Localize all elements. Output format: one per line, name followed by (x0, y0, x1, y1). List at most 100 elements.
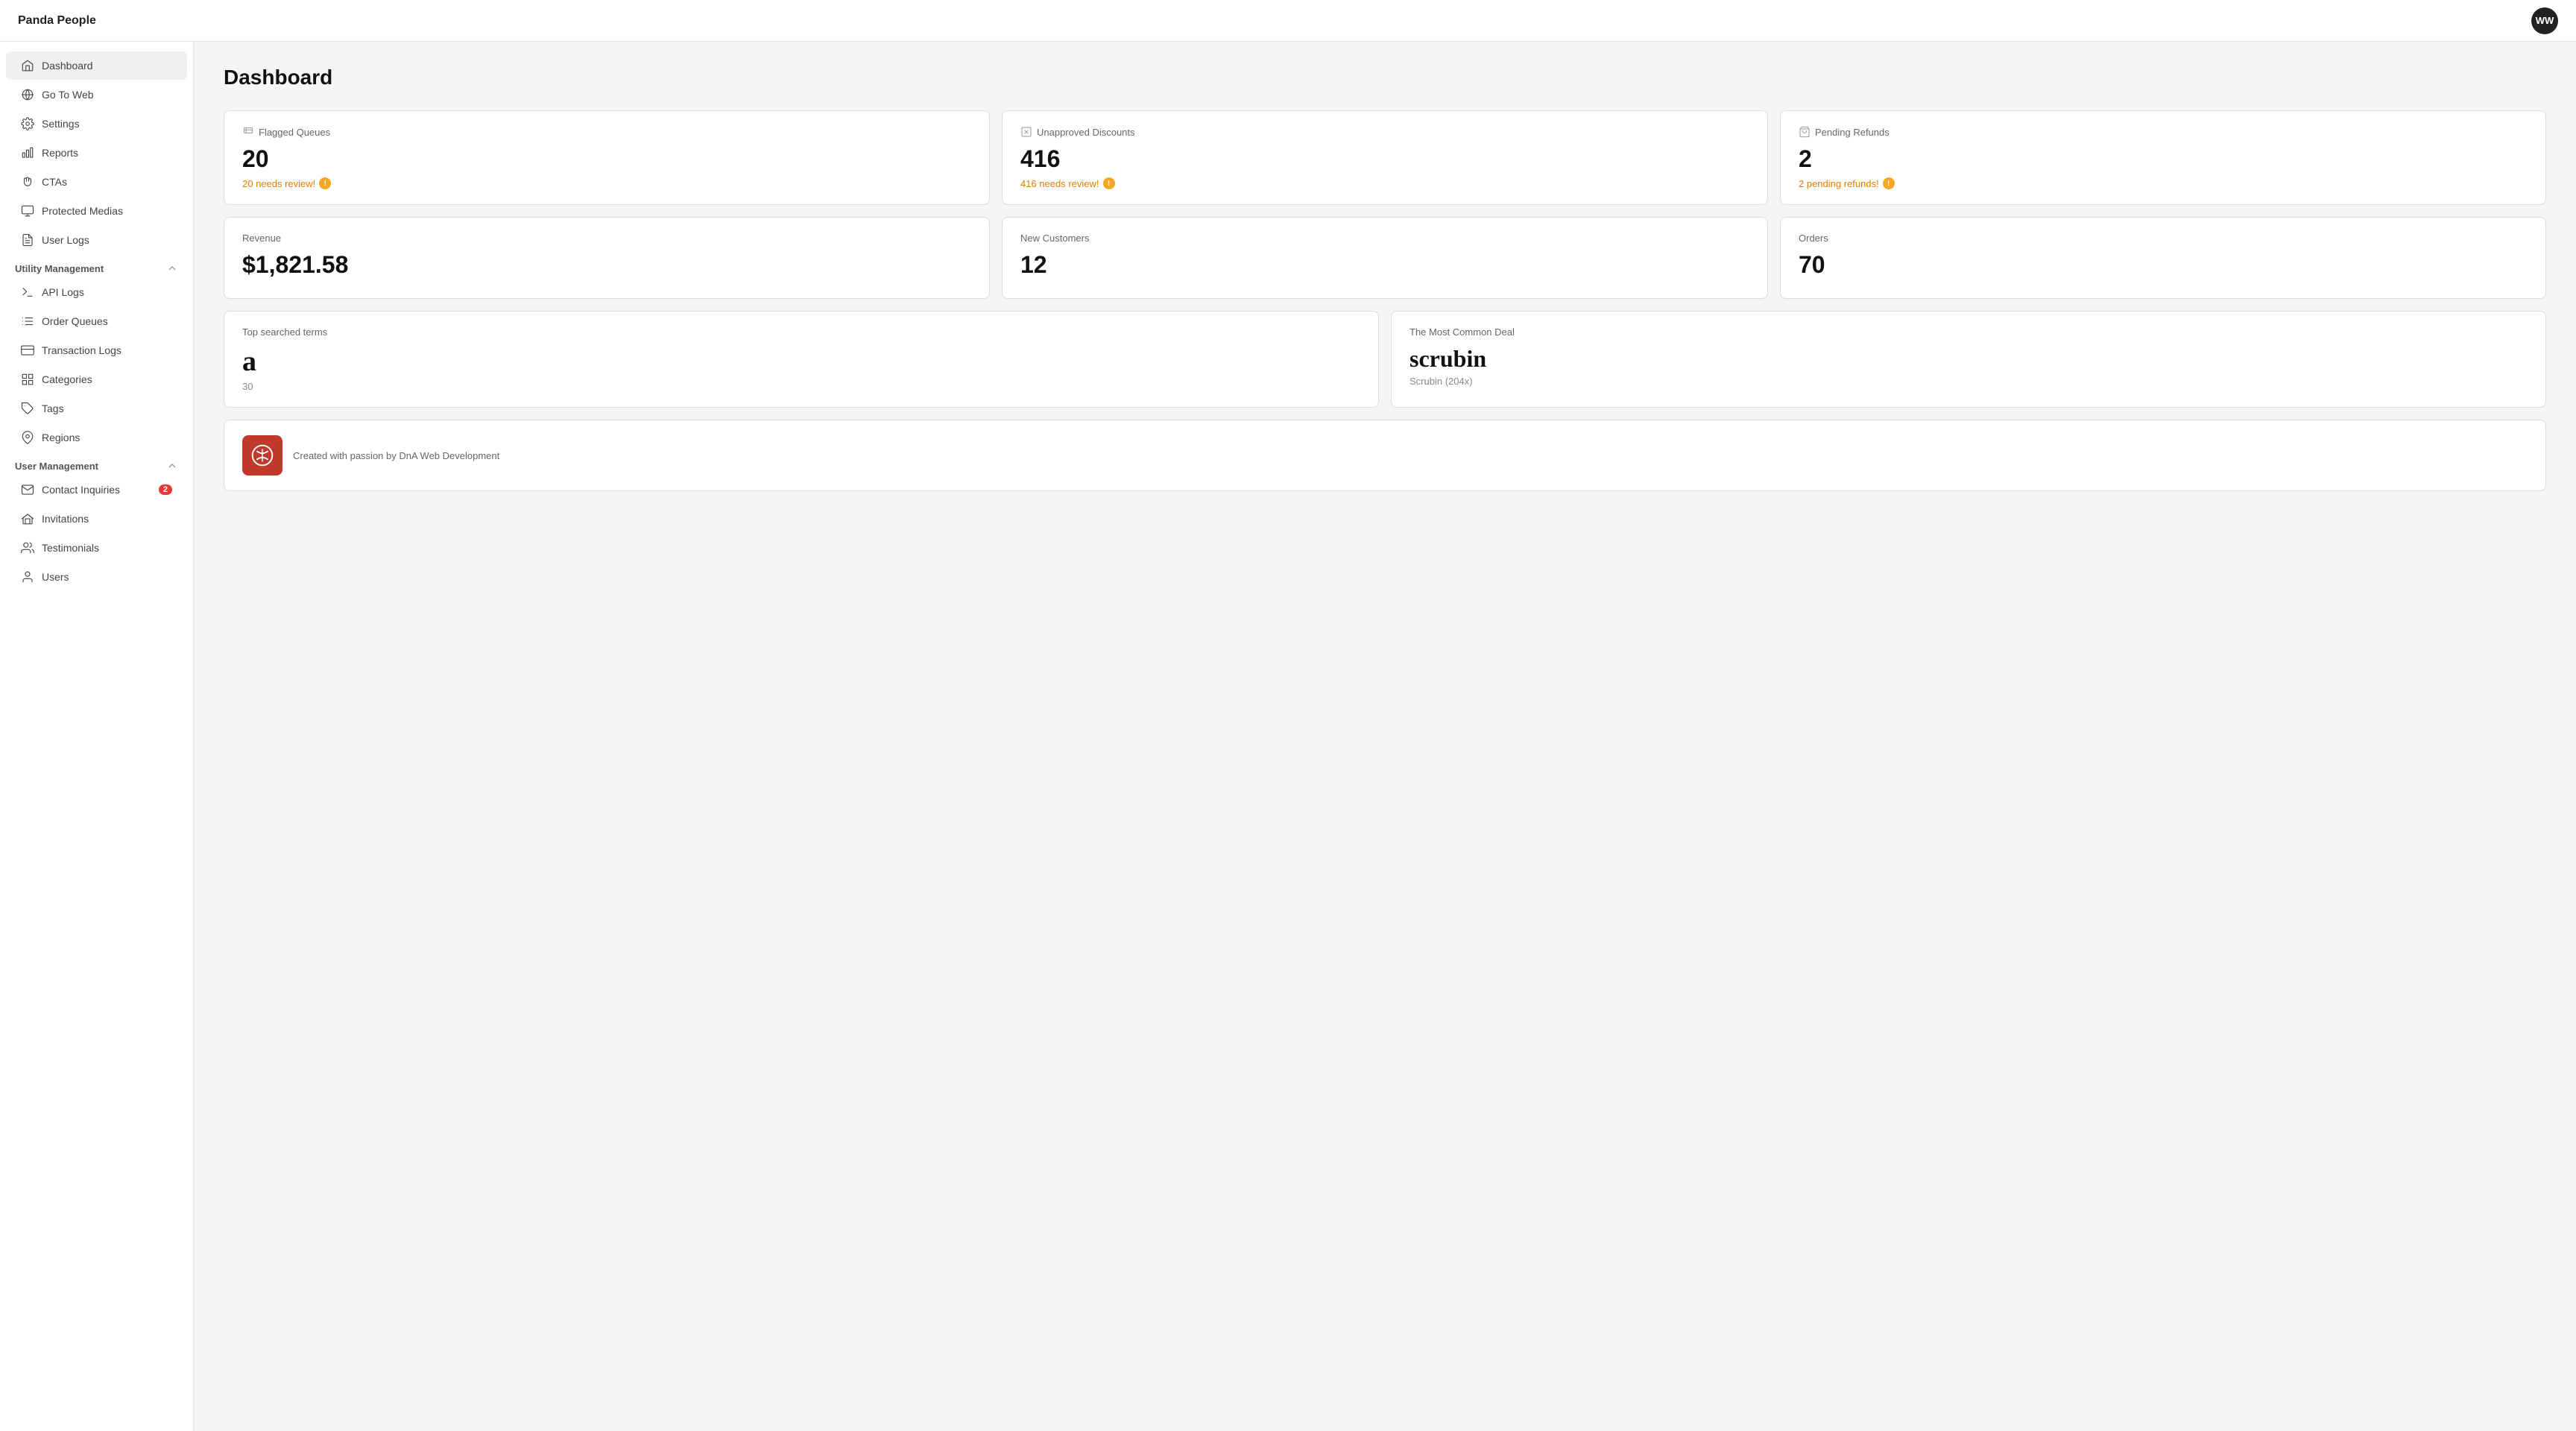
topbar: Panda People WW (0, 0, 2576, 42)
contact-inquiries-badge: 2 (159, 484, 172, 495)
sidebar-item-label: Settings (42, 118, 80, 130)
credit-card-icon (21, 344, 34, 357)
top-searched-term: a (242, 345, 1360, 378)
sidebar-item-categories[interactable]: Categories (6, 365, 187, 394)
card-pending-refunds-alert: 2 pending refunds! ! (1799, 177, 2528, 189)
cards-row-3: Top searched terms a 30 The Most Common … (224, 311, 2546, 408)
sidebar-item-api-logs[interactable]: API Logs (6, 278, 187, 306)
sidebar-item-label: Order Queues (42, 315, 108, 327)
settings-icon (21, 117, 34, 130)
sidebar-item-label: Categories (42, 373, 92, 385)
app-title: Panda People (18, 14, 96, 28)
card-flagged-queues-label: Flagged Queues (242, 126, 971, 138)
sidebar-item-label: Regions (42, 432, 80, 443)
sidebar-item-contact-inquiries[interactable]: Contact Inquiries 2 (6, 476, 187, 504)
sidebar-item-label: Transaction Logs (42, 344, 121, 356)
card-flagged-queues-value: 20 (242, 145, 971, 173)
monitor-icon (21, 204, 34, 218)
tag-icon (21, 402, 34, 415)
user-management-label: User Management (15, 461, 98, 472)
mail-open-icon (21, 512, 34, 525)
sidebar-item-settings[interactable]: Settings (6, 110, 187, 138)
file-text-icon (21, 233, 34, 247)
home-icon (21, 59, 34, 72)
sidebar-item-label: Tags (42, 402, 64, 414)
sidebar-item-label: Users (42, 571, 69, 583)
card-orders-label: Orders (1799, 233, 2528, 244)
grid-icon (21, 373, 34, 386)
user-management-items: Contact Inquiries 2 Invitations Testimon… (0, 476, 193, 591)
sidebar-item-transaction-logs[interactable]: Transaction Logs (6, 336, 187, 364)
dna-logo-icon (248, 441, 277, 470)
card-top-searched: Top searched terms a 30 (224, 311, 1379, 408)
sidebar: Dashboard Go To Web Settings Reports (0, 42, 194, 1431)
sidebar-item-label: API Logs (42, 286, 84, 298)
utility-management-items: API Logs Order Queues Transaction Logs C… (0, 278, 193, 452)
mail-icon (21, 483, 34, 496)
most-common-deal-sub: Scrubin (204x) (1409, 376, 2528, 387)
card-revenue: Revenue $1,821.58 (224, 217, 990, 299)
main-content: Dashboard Flagged Queues 20 20 needs rev… (194, 42, 2576, 1431)
card-unapproved-discounts-alert: 416 needs review! ! (1020, 177, 1749, 189)
sidebar-item-label: User Logs (42, 234, 89, 246)
hand-icon (21, 175, 34, 189)
alert-dot: ! (1883, 177, 1895, 189)
alert-dot: ! (319, 177, 331, 189)
list-icon (21, 315, 34, 328)
sidebar-item-tags[interactable]: Tags (6, 394, 187, 423)
card-orders: Orders 70 (1780, 217, 2546, 299)
sidebar-item-label: Reports (42, 147, 78, 159)
sidebar-item-order-queues[interactable]: Order Queues (6, 307, 187, 335)
sidebar-item-protected-medias[interactable]: Protected Medias (6, 197, 187, 225)
alert-dot: ! (1103, 177, 1115, 189)
sidebar-item-ctas[interactable]: CTAs (6, 168, 187, 196)
card-pending-refunds-label: Pending Refunds (1799, 126, 2528, 138)
footer-text: Created with passion by DnA Web Developm… (293, 450, 499, 461)
cards-row-2: Revenue $1,821.58 New Customers 12 Order… (224, 217, 2546, 299)
sidebar-item-label: Contact Inquiries (42, 484, 120, 496)
card-top-searched-label: Top searched terms (242, 326, 1360, 338)
sidebar-item-go-to-web[interactable]: Go To Web (6, 80, 187, 109)
most-common-deal-term: scrubin (1409, 345, 2528, 373)
card-flagged-queues-alert: 20 needs review! ! (242, 177, 971, 189)
page-title: Dashboard (224, 66, 2546, 89)
user-management-header[interactable]: User Management (0, 452, 193, 475)
sidebar-item-user-logs[interactable]: User Logs (6, 226, 187, 254)
user-avatar[interactable]: WW (2531, 7, 2558, 34)
card-revenue-label: Revenue (242, 233, 971, 244)
card-most-common-deal: The Most Common Deal scrubin Scrubin (20… (1391, 311, 2546, 408)
card-unapproved-discounts: Unapproved Discounts 416 416 needs revie… (1002, 110, 1768, 205)
sidebar-item-label: Dashboard (42, 60, 93, 72)
card-unapproved-discounts-value: 416 (1020, 145, 1749, 173)
user-icon (21, 570, 34, 584)
utility-management-label: Utility Management (15, 263, 104, 274)
card-unapproved-discounts-label: Unapproved Discounts (1020, 126, 1749, 138)
map-pin-icon (21, 431, 34, 444)
sidebar-item-invitations[interactable]: Invitations (6, 505, 187, 533)
card-new-customers: New Customers 12 (1002, 217, 1768, 299)
card-pending-refunds: Pending Refunds 2 2 pending refunds! ! (1780, 110, 2546, 205)
sidebar-item-users[interactable]: Users (6, 563, 187, 591)
terminal-icon (21, 285, 34, 299)
card-revenue-value: $1,821.58 (242, 251, 971, 279)
sidebar-main-nav: Dashboard Go To Web Settings Reports (0, 51, 193, 254)
sidebar-item-dashboard[interactable]: Dashboard (6, 51, 187, 80)
sidebar-item-regions[interactable]: Regions (6, 423, 187, 452)
layout: Dashboard Go To Web Settings Reports (0, 42, 2576, 1431)
utility-management-header[interactable]: Utility Management (0, 255, 193, 277)
card-orders-value: 70 (1799, 251, 2528, 279)
sidebar-item-label: Go To Web (42, 89, 94, 101)
sidebar-item-label: CTAs (42, 176, 67, 188)
top-searched-count: 30 (242, 381, 1360, 392)
bar-chart-icon (21, 146, 34, 159)
sidebar-item-label: Testimonials (42, 542, 99, 554)
card-most-common-deal-label: The Most Common Deal (1409, 326, 2528, 338)
card-new-customers-value: 12 (1020, 251, 1749, 279)
cards-row-1: Flagged Queues 20 20 needs review! ! Una… (224, 110, 2546, 205)
sidebar-item-label: Invitations (42, 513, 89, 525)
sidebar-item-testimonials[interactable]: Testimonials (6, 534, 187, 562)
sidebar-item-reports[interactable]: Reports (6, 139, 187, 167)
card-flagged-queues: Flagged Queues 20 20 needs review! ! (224, 110, 990, 205)
sidebar-item-label: Protected Medias (42, 205, 123, 217)
users-icon (21, 541, 34, 555)
